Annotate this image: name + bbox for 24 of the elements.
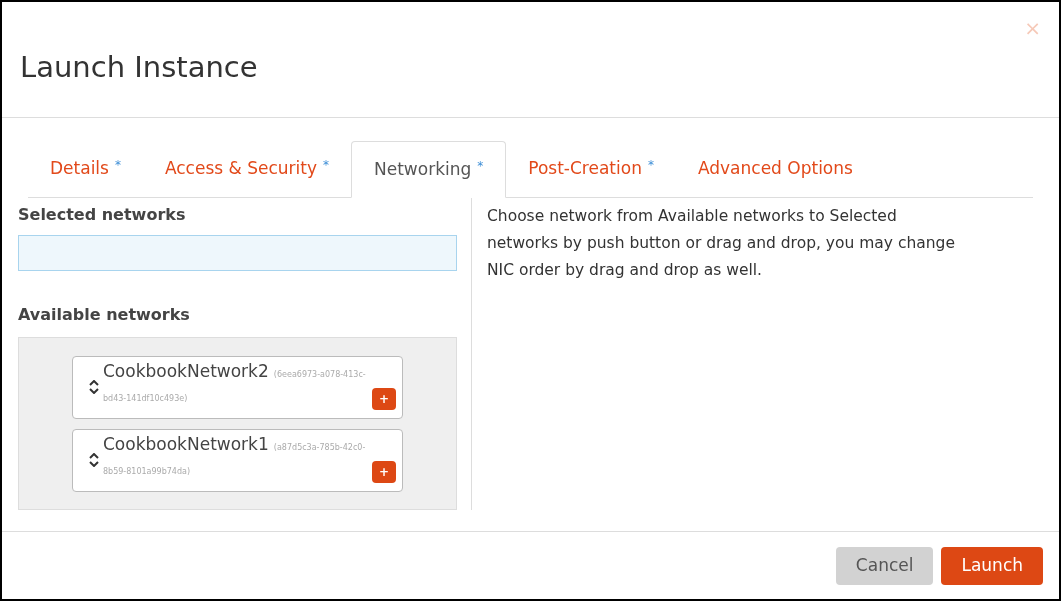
section-heading: Selected networks (18, 204, 187, 226)
network-id: bd43-141df10c493e) (103, 394, 188, 404)
network-name: CookbookNetwork1 (103, 434, 269, 455)
section-heading: Available networks (18, 304, 191, 327)
sort-icon (89, 380, 99, 395)
help-text: Choose network from Available networks to Selected networks by push button or drag and drop, you may change NIC order by drag and drop as well. (486, 206, 956, 281)
add-button[interactable]: + (372, 388, 396, 411)
network-id: (6eea6973-a078-413c- (273, 370, 366, 380)
tab[interactable]: Access & Security * (142, 140, 351, 197)
network-card[interactable]: CookbookNetwork1 (a87d5c3a-785b-42c0- 8b59-8101a99b74da) + (72, 429, 403, 493)
tab[interactable]: Networking * (351, 141, 507, 198)
tab[interactable]: Advanced Options (675, 140, 875, 197)
network-name: CookbookNetwork2 (103, 361, 269, 382)
sort-icon (89, 453, 99, 468)
cancel-button[interactable]: Cancel (835, 546, 934, 585)
add-button[interactable]: + (372, 461, 396, 484)
network-id: (a87d5c3a-785b-42c0- (273, 443, 366, 453)
tab[interactable]: Details * (28, 140, 143, 197)
launch-button[interactable]: Launch (941, 546, 1043, 585)
network-card[interactable]: CookbookNetwork2 (6eea6973-a078-413c- bd43-141df10c493e) + (72, 356, 403, 420)
selected-networks-drop-zone[interactable] (18, 235, 457, 272)
network-id: 8b59-8101a99b74da) (103, 467, 191, 477)
dialog-title: Launch Instance (20, 49, 258, 86)
tab[interactable]: Post-Creation * (506, 140, 676, 197)
